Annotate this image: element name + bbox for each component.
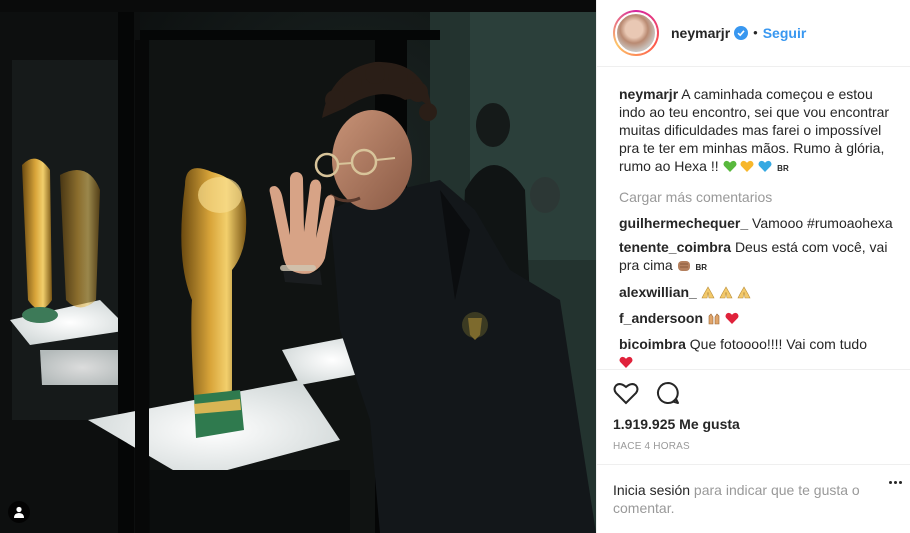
flag-br-icon: BR [777, 163, 789, 173]
avatar[interactable] [613, 9, 659, 56]
load-more-comments-button[interactable]: Cargar más comentarios [619, 188, 894, 206]
likes-count[interactable]: 1.919.925 Me gusta [597, 416, 910, 436]
yellow-heart-icon [740, 159, 754, 177]
blue-heart-icon [758, 159, 772, 177]
praying-hands-icon [737, 285, 751, 303]
login-prompt: Inicia sesión para indicar que te gusta … [597, 465, 910, 533]
comment-username[interactable]: bicoimbra [619, 336, 686, 352]
raised-hands-icon [707, 311, 721, 329]
comment-item: tenente_coimbra Deus está com você, vai … [619, 238, 894, 277]
comment-username[interactable]: alexwillian_ [619, 284, 697, 300]
post-timestamp[interactable]: HACE 4 HORAS [597, 435, 910, 466]
follow-button[interactable]: Seguir [763, 25, 807, 41]
photo-illustration [0, 0, 596, 533]
action-bar [597, 370, 910, 415]
header-username[interactable]: neymarjr [671, 25, 730, 41]
comment-username[interactable]: f_andersoon [619, 310, 703, 326]
comment-bubble-icon[interactable] [655, 381, 681, 405]
comment-username[interactable]: guilhermechequer_ [619, 215, 748, 231]
caption-username[interactable]: neymarjr [619, 86, 678, 102]
login-link[interactable]: Inicia sesión [613, 482, 690, 498]
green-heart-icon [722, 159, 737, 177]
comment-item: bicoimbra Que fotoooo!!!! Vai com tudo [619, 335, 894, 369]
praying-hands-icon [719, 285, 733, 303]
comments-list[interactable]: neymarjr A caminhada começou e estou ind… [597, 67, 910, 371]
user-tag-icon[interactable] [8, 501, 30, 523]
comment-item: guilhermechequer_ Vamooo #rumoaohexa [619, 214, 894, 232]
verified-badge-icon [734, 25, 749, 40]
more-options-icon[interactable] [889, 481, 902, 485]
red-heart-icon [619, 355, 633, 369]
post-side-panel: neymarjr • Seguir neymarjr A caminhada c… [596, 0, 910, 533]
flag-br-icon: BR [695, 262, 708, 272]
post-photo[interactable] [0, 0, 596, 533]
praying-hands-icon [701, 285, 715, 303]
fist-emoji-icon [677, 258, 691, 276]
red-heart-icon [725, 311, 739, 329]
post-header: neymarjr • Seguir [597, 0, 910, 67]
comment-username[interactable]: tenente_coimbra [619, 239, 731, 255]
separator-dot: • [753, 25, 758, 41]
caption: neymarjr A caminhada começou e estou ind… [619, 85, 894, 178]
instagram-post: neymarjr • Seguir neymarjr A caminhada c… [0, 0, 910, 533]
heart-outline-icon[interactable] [613, 381, 639, 405]
comment-item: f_andersoon [619, 309, 894, 329]
comment-text: Que fotoooo!!!! Vai com tudo [689, 335, 867, 352]
comment-item: alexwillian_ [619, 283, 894, 303]
comment-text: Vamooo #rumoaohexa [752, 214, 893, 231]
